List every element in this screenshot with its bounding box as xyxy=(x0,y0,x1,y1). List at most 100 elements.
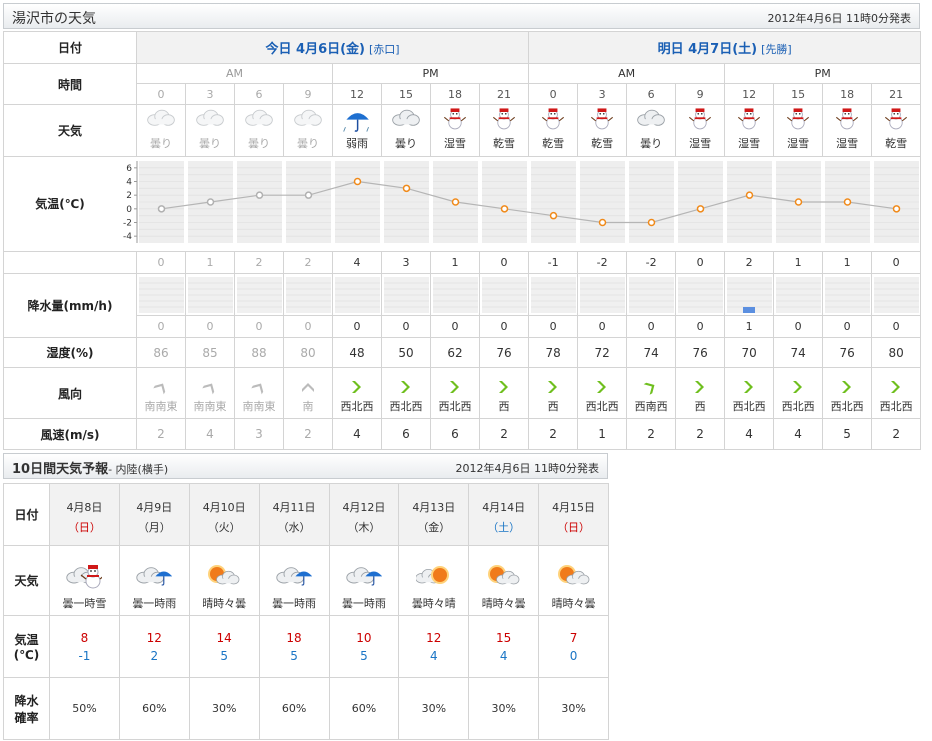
wind-arrow-icon xyxy=(695,381,705,393)
precip-bar-cell xyxy=(478,273,530,316)
wind-speed-value: 2 xyxy=(675,418,726,450)
ten-day-date-cell: 4月9日 （月） xyxy=(118,483,190,546)
ten-day-date: 4月10日 xyxy=(202,500,246,514)
ten-day-temp-cell: 14 5 xyxy=(188,615,260,678)
hour-cell: 18 xyxy=(430,83,480,105)
temp-axis-label: 気温(℃) xyxy=(35,196,85,211)
wind-speed-value: 2 xyxy=(528,418,579,450)
precip-bar xyxy=(726,276,772,313)
ten-day-timestamp: 2012年4月6日 11時0分発表 xyxy=(455,462,599,475)
precip-bar xyxy=(236,276,282,313)
ten-day-weather-text: 曇一時雨 xyxy=(132,596,177,610)
ten-day-temp-cell: 70 xyxy=(538,615,609,678)
ten-day-temp-cell: 15 4 xyxy=(468,615,540,678)
humidity-value: 78 xyxy=(528,337,579,368)
weather-label: 天気 xyxy=(3,104,137,157)
humidity-value: 85 xyxy=(185,337,235,368)
ampm-cell: PM xyxy=(331,63,530,84)
precip-bar xyxy=(187,276,233,313)
temp-point xyxy=(402,184,411,193)
temp-values-label xyxy=(3,251,137,274)
wind-arrow-icon xyxy=(302,383,314,392)
wind-dir-text: 西 xyxy=(547,400,559,413)
rokuyo-link[interactable]: [先勝] xyxy=(761,43,792,56)
y-tick-label: 4 xyxy=(126,178,132,188)
wind-dir-cell: 西北西 xyxy=(381,367,431,419)
temp-chart: 気温(℃) 6 4 2 0 -2 -4 xyxy=(35,161,919,243)
wind-arrow-icon xyxy=(202,383,215,395)
ten-day-date-row: 日付 4月8日 （日） 4月9日 （月） 4月10日 （火） 4月11日 （水） 4月12日 （木）… xyxy=(3,483,609,546)
pop-value: 30% xyxy=(188,677,260,740)
y-tick-label: 0 xyxy=(126,205,132,215)
precip-bar-cell xyxy=(136,273,186,316)
ten-day-region: - 内陸(横手) xyxy=(108,463,169,476)
wind-dir-text: 西北西 xyxy=(830,400,864,413)
precip-bar-cell xyxy=(724,273,775,316)
low-temp: 4 xyxy=(499,648,508,663)
forecast-header: 湯沢市の天気 2012年4月6日 11時0分発表 xyxy=(3,3,920,29)
hour-cell: 21 xyxy=(871,83,922,105)
precip-value: 1 xyxy=(724,315,775,338)
cloud-sun-icon xyxy=(415,565,449,584)
high-temp: 12 xyxy=(426,630,442,645)
ten-day-date: 4月15日 xyxy=(552,500,596,514)
wind-speed-value: 2 xyxy=(283,418,333,450)
issue-timestamp: 2012年4月6日 11時0分発表 xyxy=(767,12,911,25)
wind-dir-row: 風向 南南東 南南東 南南東 南 西北西 西北西 西北西 西 西 西北西 西南西 西 西北西 西北西 西北西 西… xyxy=(3,367,922,419)
ten-day-weather-text: 晴時々曇 xyxy=(551,596,596,610)
wind-dir-cell: 西北西 xyxy=(871,367,922,419)
wind-speed-value: 4 xyxy=(185,418,235,450)
temp-value: 4 xyxy=(332,251,382,274)
temp-point xyxy=(206,198,215,206)
precip-bar xyxy=(775,276,821,313)
snowman-icon xyxy=(787,108,810,130)
precip-bar-cell xyxy=(185,273,235,316)
ten-day-temp-cell: 10 5 xyxy=(328,615,400,678)
ten-day-date-cell: 4月13日 （金） xyxy=(398,483,470,546)
weather-text: 乾雪 xyxy=(493,137,516,150)
rokuyo-link[interactable]: [赤口] xyxy=(369,43,400,56)
humidity-value: 76 xyxy=(822,337,873,368)
low-temp: 5 xyxy=(290,648,298,663)
hour-cell: 3 xyxy=(577,83,628,105)
weather-cell: 曇り xyxy=(626,104,677,157)
wind-arrow-icon xyxy=(401,381,410,393)
weather-text: 弱雨 xyxy=(346,137,368,150)
precip-bar-cell xyxy=(332,273,382,316)
ten-day-weather-cell: 晴時々曇 xyxy=(538,545,609,616)
humidity-value: 76 xyxy=(675,337,726,368)
precip-values-row: 0000000000001000 xyxy=(4,315,922,338)
temp-point xyxy=(843,198,852,206)
ten-day-date: 4月8日 xyxy=(66,500,103,514)
hour-cell: 18 xyxy=(822,83,873,105)
temp-value: 0 xyxy=(136,251,186,274)
ten-day-weather-text: 晴時々曇 xyxy=(202,596,247,610)
weather-cell: 曇り xyxy=(136,104,186,157)
wind-speed-value: 4 xyxy=(773,418,824,450)
temp-value: 1 xyxy=(430,251,480,274)
hour-cell: 3 xyxy=(185,83,235,105)
wind-dir-cell: 西北西 xyxy=(577,367,628,419)
weather-cell: 乾雪 xyxy=(871,104,922,157)
hour-cell: 6 xyxy=(626,83,677,105)
wind-dir-cell: 南南東 xyxy=(234,367,284,419)
precip-value: 0 xyxy=(528,315,579,338)
weather-cell: 曇り xyxy=(185,104,235,157)
temp-point xyxy=(255,191,264,199)
day-header-0: 今日 4月6日(金) [赤口] xyxy=(135,31,530,64)
temp-value: 2 xyxy=(283,251,333,274)
temp-value: 0 xyxy=(478,251,530,274)
wind-dir-text: 西北西 xyxy=(438,400,472,413)
hour-cell: 12 xyxy=(724,83,775,105)
ten-day-header: 10日間天気予報- 内陸(横手) 2012年4月6日 11時0分発表 xyxy=(3,453,608,479)
cloud-icon xyxy=(392,109,420,126)
date-row: 日付 今日 4月6日(金) [赤口] 明日 4月7日(土) [先勝] xyxy=(3,31,922,64)
hour-cell: 9 xyxy=(675,83,726,105)
ten-day-temp-cell: 8 -1 xyxy=(49,615,120,678)
ten-day-date-cell: 4月8日 （日） xyxy=(49,483,120,546)
wind-dir-text: 西北西 xyxy=(879,400,913,413)
cloud-rain-icon xyxy=(346,566,382,586)
wind-speed-value: 5 xyxy=(822,418,873,450)
temp-point xyxy=(598,218,607,227)
weather-text: 湿雪 xyxy=(444,137,466,150)
